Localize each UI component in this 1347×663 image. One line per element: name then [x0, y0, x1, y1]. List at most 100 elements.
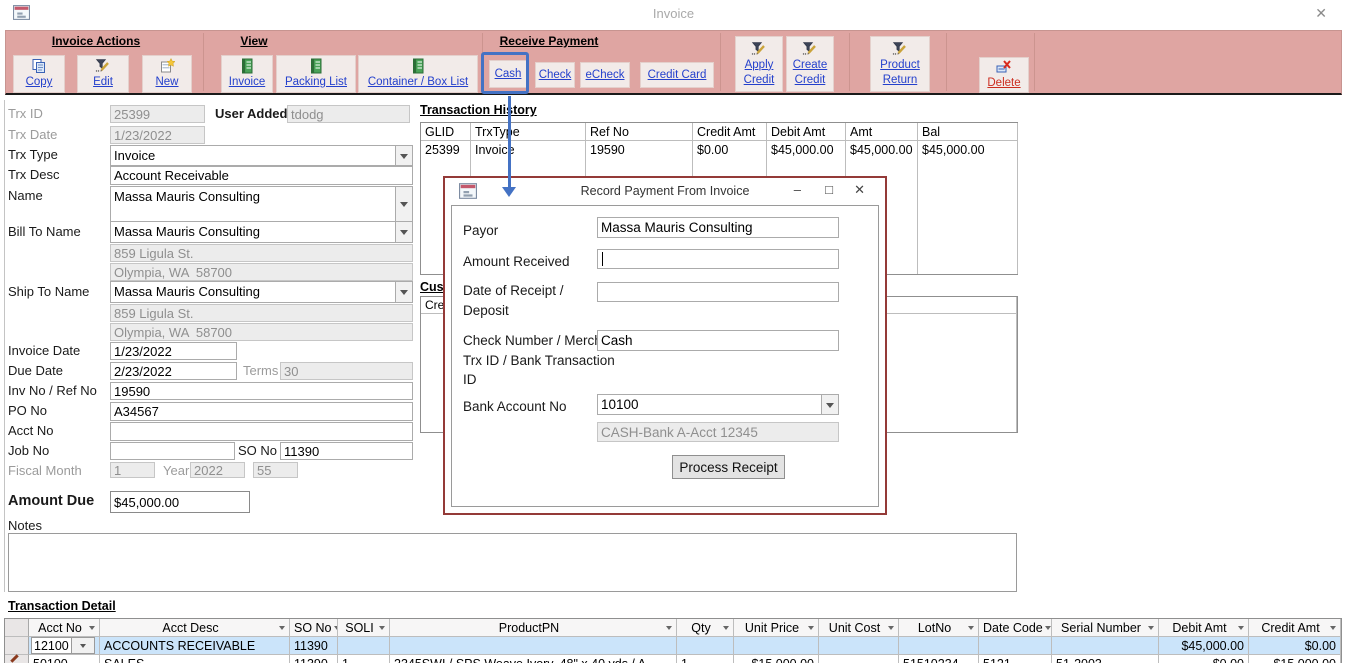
table-cell[interactable]: $0.00 — [1159, 655, 1249, 663]
table-cell-acct-no[interactable]: 12100 — [29, 637, 100, 655]
table-cell[interactable] — [677, 637, 734, 655]
table-cell[interactable] — [819, 655, 899, 663]
notes-textarea[interactable] — [8, 533, 1017, 592]
filter-arrow-icon[interactable] — [666, 626, 672, 633]
filter-arrow-icon[interactable] — [89, 626, 95, 633]
credit-card-button[interactable]: Credit Card — [640, 62, 714, 88]
chevron-down-icon[interactable] — [395, 146, 412, 165]
po-no-field[interactable] — [110, 402, 413, 421]
table-cell[interactable]: $45,000.00 — [846, 141, 918, 159]
minimize-icon[interactable]: – — [794, 182, 801, 197]
maximize-icon[interactable]: □ — [825, 182, 833, 197]
process-receipt-button[interactable]: Process Receipt — [672, 455, 785, 479]
column-header[interactable]: Credit Amt — [1249, 619, 1341, 637]
table-cell[interactable]: 1 — [677, 655, 734, 663]
invoice-date-field[interactable] — [110, 342, 237, 360]
table-cell[interactable]: 51-2003 — [1052, 655, 1159, 663]
table-cell[interactable]: 25399 — [421, 141, 471, 159]
view-invoice-button[interactable]: Invoice — [221, 55, 273, 93]
column-header[interactable]: GLID — [421, 123, 471, 141]
new-button[interactable]: New — [142, 55, 192, 93]
table-cell[interactable]: 2345SWI / SPS Weave Ivory, 48" x 40 yds … — [390, 655, 677, 663]
product-return-button[interactable]: Product Return — [870, 36, 930, 92]
trx-type-combo[interactable] — [110, 145, 413, 166]
filter-arrow-icon[interactable] — [379, 626, 385, 633]
table-cell[interactable]: $45,000.00 — [767, 141, 846, 159]
edit-button[interactable]: Edit — [77, 55, 129, 93]
filter-arrow-icon[interactable] — [723, 626, 729, 633]
table-cell[interactable]: $15,000.00 — [734, 655, 819, 663]
amount-received-field[interactable] — [597, 249, 839, 269]
row-selector[interactable] — [5, 637, 29, 655]
column-header[interactable]: SOLI — [338, 619, 390, 637]
table-cell[interactable]: 1 — [338, 655, 390, 663]
column-header[interactable]: Serial Number — [1052, 619, 1159, 637]
due-date-field[interactable] — [110, 362, 237, 380]
container-box-list-button[interactable]: Container / Box List — [358, 55, 478, 93]
bill-to-combo[interactable] — [110, 221, 413, 243]
echeck-button[interactable]: eCheck — [580, 62, 630, 88]
column-header[interactable]: Date Code — [979, 619, 1052, 637]
create-credit-button[interactable]: Create Credit — [786, 36, 834, 92]
delete-button[interactable]: Delete — [979, 57, 1029, 93]
filter-arrow-icon[interactable] — [1045, 626, 1051, 633]
table-cell[interactable]: $15,000.00 — [1249, 655, 1341, 663]
select-all-corner[interactable] — [5, 619, 29, 637]
ship-to-combo[interactable] — [110, 281, 413, 303]
chevron-down-icon[interactable] — [395, 187, 412, 221]
column-header[interactable]: Unit Cost — [819, 619, 899, 637]
filter-arrow-icon[interactable] — [1238, 626, 1244, 633]
column-header[interactable]: Acct Desc — [100, 619, 290, 637]
column-header[interactable]: Acct No — [29, 619, 100, 637]
table-cell[interactable]: 51510234 — [899, 655, 979, 663]
acct-no-cell-combo[interactable]: 12100 — [31, 637, 95, 654]
filter-arrow-icon[interactable] — [888, 626, 894, 633]
chevron-down-icon[interactable] — [71, 638, 94, 653]
column-header[interactable]: ProductPN — [390, 619, 677, 637]
name-combo[interactable] — [110, 186, 413, 222]
copy-button[interactable]: Copy — [13, 55, 65, 93]
table-cell[interactable]: 11390 — [290, 655, 338, 663]
table-cell[interactable]: ACCOUNTS RECEIVABLE — [100, 637, 290, 655]
column-header[interactable]: TrxType — [471, 123, 586, 141]
table-cell[interactable]: $0.00 — [1249, 637, 1341, 655]
table-cell[interactable] — [338, 637, 390, 655]
column-header[interactable]: Unit Price — [734, 619, 819, 637]
table-cell[interactable]: 19590 — [586, 141, 693, 159]
filter-arrow-icon[interactable] — [1330, 626, 1336, 633]
table-cell[interactable]: SALES — [100, 655, 290, 663]
apply-credit-button[interactable]: Apply Credit — [735, 36, 783, 92]
inv-no-field[interactable] — [110, 382, 413, 400]
table-cell[interactable]: $45,000.00 — [1159, 637, 1249, 655]
filter-arrow-icon[interactable] — [808, 626, 814, 633]
table-cell[interactable]: $0.00 — [693, 141, 767, 159]
check-number-field[interactable] — [597, 330, 839, 351]
filter-arrow-icon[interactable] — [968, 626, 974, 633]
filter-arrow-icon[interactable] — [1148, 626, 1154, 633]
close-icon[interactable]: ✕ — [854, 182, 865, 198]
table-cell[interactable] — [1052, 637, 1159, 655]
column-header[interactable]: SO No — [290, 619, 338, 637]
job-no-field[interactable] — [110, 442, 235, 460]
chevron-down-icon[interactable] — [395, 282, 412, 302]
column-header[interactable]: Qty — [677, 619, 734, 637]
cash-button[interactable]: Cash — [489, 60, 527, 88]
column-header[interactable]: LotNo — [899, 619, 979, 637]
trx-desc-field[interactable] — [110, 166, 413, 185]
chevron-down-icon[interactable] — [395, 222, 412, 242]
bank-account-combo[interactable] — [597, 394, 839, 415]
table-cell[interactable] — [734, 637, 819, 655]
row-selector[interactable] — [5, 655, 29, 663]
packing-list-button[interactable]: Packing List — [276, 55, 356, 93]
column-header[interactable]: Debit Amt — [1159, 619, 1249, 637]
acct-no-field[interactable] — [110, 422, 413, 441]
so-no-field[interactable] — [280, 442, 413, 460]
column-header[interactable]: Credit Amt — [693, 123, 767, 141]
date-receipt-field[interactable] — [597, 282, 839, 302]
table-cell[interactable] — [979, 637, 1052, 655]
table-cell[interactable]: $45,000.00 — [918, 141, 1018, 159]
table-cell[interactable]: Invoice — [471, 141, 586, 159]
table-cell[interactable]: 11390 — [290, 637, 338, 655]
chevron-down-icon[interactable] — [821, 395, 838, 414]
table-cell[interactable] — [819, 637, 899, 655]
